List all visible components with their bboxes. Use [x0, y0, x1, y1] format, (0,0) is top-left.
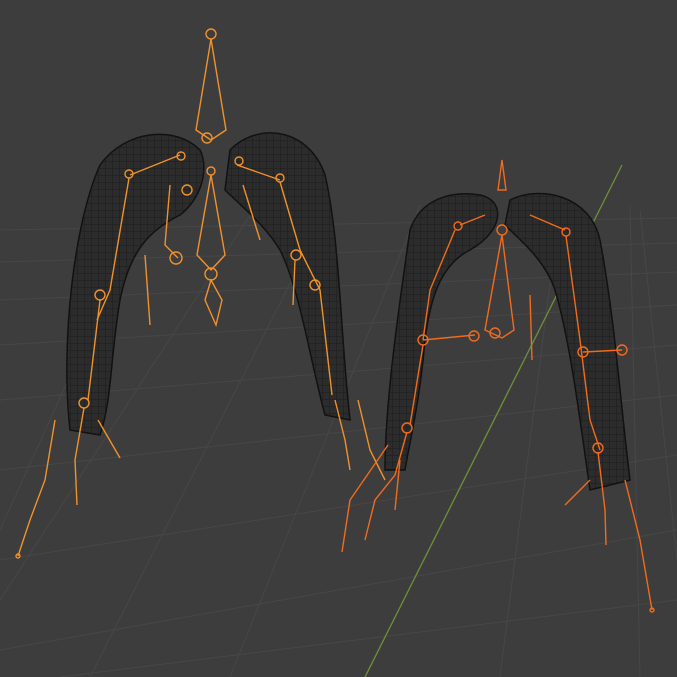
viewport-canvas[interactable]: [0, 0, 677, 677]
mesh-left[interactable]: [66, 132, 351, 436]
3d-viewport[interactable]: [0, 0, 677, 677]
